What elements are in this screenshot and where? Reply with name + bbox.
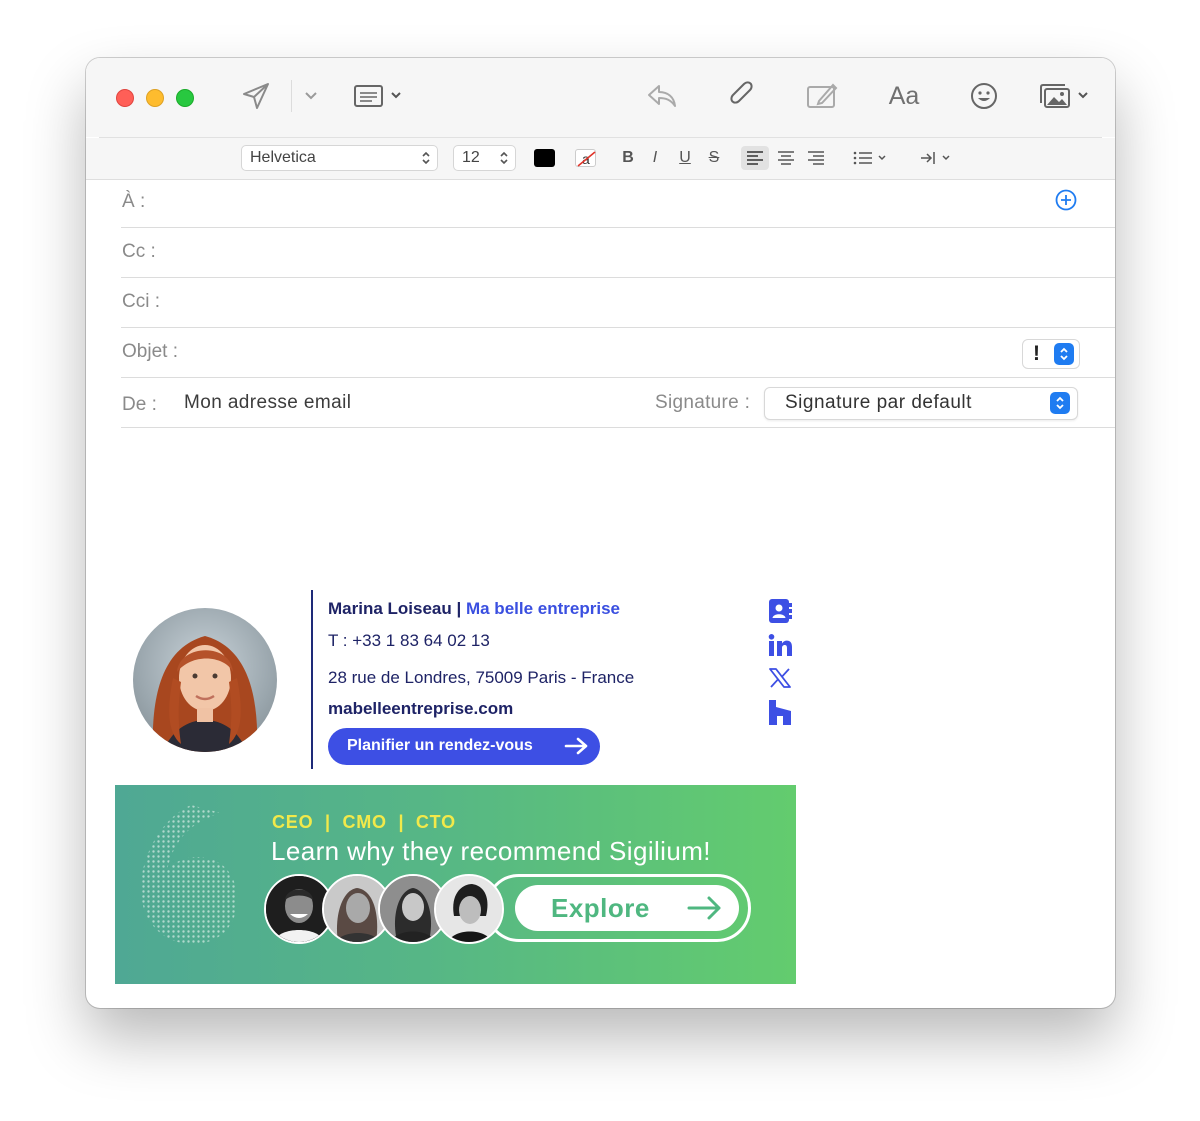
dotted-logo-graphic <box>140 805 238 944</box>
from-label: De : <box>122 394 157 415</box>
font-family-value: Helvetica <box>250 149 316 166</box>
indent-button[interactable] <box>919 146 955 170</box>
schedule-meeting-label: Planifier un rendez-vous <box>347 737 533 754</box>
email-signature: Marina Loiseau | Ma belle entreprise T :… <box>115 588 805 988</box>
banner-roles: CEO | CMO | CTO <box>272 812 456 832</box>
signature-name-line: Marina Loiseau | Ma belle entreprise <box>328 599 620 619</box>
schedule-meeting-button[interactable]: Planifier un rendez-vous <box>328 728 600 765</box>
cc-field[interactable]: Cc : <box>121 229 1115 278</box>
x-icon[interactable] <box>767 665 793 691</box>
signature-address: 28 rue de Londres, 75009 Paris - France <box>328 668 635 687</box>
profile-photo <box>133 608 277 752</box>
align-right-button[interactable] <box>802 146 830 170</box>
align-center-button[interactable] <box>772 146 800 170</box>
list-button[interactable] <box>851 146 891 170</box>
updown-icon <box>1050 392 1070 414</box>
signature-select[interactable]: Signature par default <box>764 387 1078 420</box>
toolbar: Aa <box>86 58 1115 137</box>
to-label: À : <box>122 191 146 212</box>
from-field: De : Mon adresse email Signature : Signa… <box>121 379 1115 428</box>
emoji-icon[interactable] <box>968 80 1000 112</box>
subject-field[interactable]: Objet : ! <box>121 329 1115 378</box>
format-bar: Helvetica 12 a B I U S <box>86 138 1115 180</box>
priority-select[interactable]: ! <box>1022 339 1080 369</box>
zoom-window-button[interactable] <box>176 89 194 107</box>
underline-button[interactable]: U <box>676 146 694 170</box>
background-color-button[interactable]: a <box>575 149 596 167</box>
explore-button[interactable]: Explore <box>515 885 739 931</box>
signature-phone: T : +33 1 83 64 02 13 <box>328 631 490 650</box>
cc-label: Cc : <box>122 241 156 262</box>
contact-card-icon[interactable] <box>767 598 793 624</box>
add-contact-icon[interactable] <box>1055 189 1077 211</box>
explore-label: Explore <box>551 893 650 923</box>
linkedin-icon[interactable] <box>767 632 793 658</box>
priority-value: ! <box>1033 342 1040 365</box>
signature-divider <box>311 590 313 769</box>
reply-icon[interactable] <box>645 80 679 112</box>
signature-company: Ma belle entreprise <box>465 599 620 618</box>
subject-label: Objet : <box>122 341 178 362</box>
chevron-down-icon[interactable] <box>303 88 319 104</box>
align-left-button[interactable] <box>741 146 769 170</box>
close-window-button[interactable] <box>116 89 134 107</box>
strikethrough-button[interactable]: S <box>705 146 723 170</box>
bcc-label: Cci : <box>122 291 160 312</box>
header-fields-icon[interactable] <box>352 82 406 110</box>
font-family-select[interactable]: Helvetica <box>241 145 438 171</box>
mail-compose-window: Aa Helvetica 12 a B I U S <box>86 58 1115 1008</box>
from-account-select[interactable]: Mon adresse email <box>184 392 351 414</box>
format-fonts-button[interactable]: Aa <box>886 80 922 112</box>
banner-headline: Learn why they recommend Sigilium! <box>271 836 711 866</box>
send-icon[interactable] <box>240 80 272 112</box>
signature-label: Signature : <box>655 392 751 413</box>
updown-icon <box>421 150 431 174</box>
houzz-icon[interactable] <box>767 699 793 725</box>
font-size-select[interactable]: 12 <box>453 145 516 171</box>
photo-browser-icon[interactable] <box>1037 80 1093 112</box>
markup-icon[interactable] <box>805 80 839 112</box>
signature-name: Marina Loiseau | <box>328 599 466 618</box>
minimize-window-button[interactable] <box>146 89 164 107</box>
text-color-button[interactable] <box>534 149 555 167</box>
font-size-value: 12 <box>462 149 480 166</box>
signature-website-link[interactable]: mabelleentreprise.com <box>328 699 513 719</box>
italic-button[interactable]: I <box>647 146 663 170</box>
testimonial-avatars <box>264 874 504 944</box>
arrow-right-icon <box>564 736 590 761</box>
bold-button[interactable]: B <box>618 146 638 170</box>
updown-icon <box>1054 343 1074 365</box>
arrow-right-icon <box>687 895 723 926</box>
sigilium-banner[interactable]: CEO | CMO | CTO Learn why they recommend… <box>115 785 796 984</box>
to-field[interactable]: À : <box>121 179 1115 228</box>
avatar <box>434 874 504 944</box>
bcc-field[interactable]: Cci : <box>121 279 1115 328</box>
toolbar-separator <box>291 80 292 112</box>
updown-icon <box>499 150 509 174</box>
signature-select-value: Signature par default <box>785 392 972 413</box>
paperclip-icon[interactable] <box>726 80 758 112</box>
